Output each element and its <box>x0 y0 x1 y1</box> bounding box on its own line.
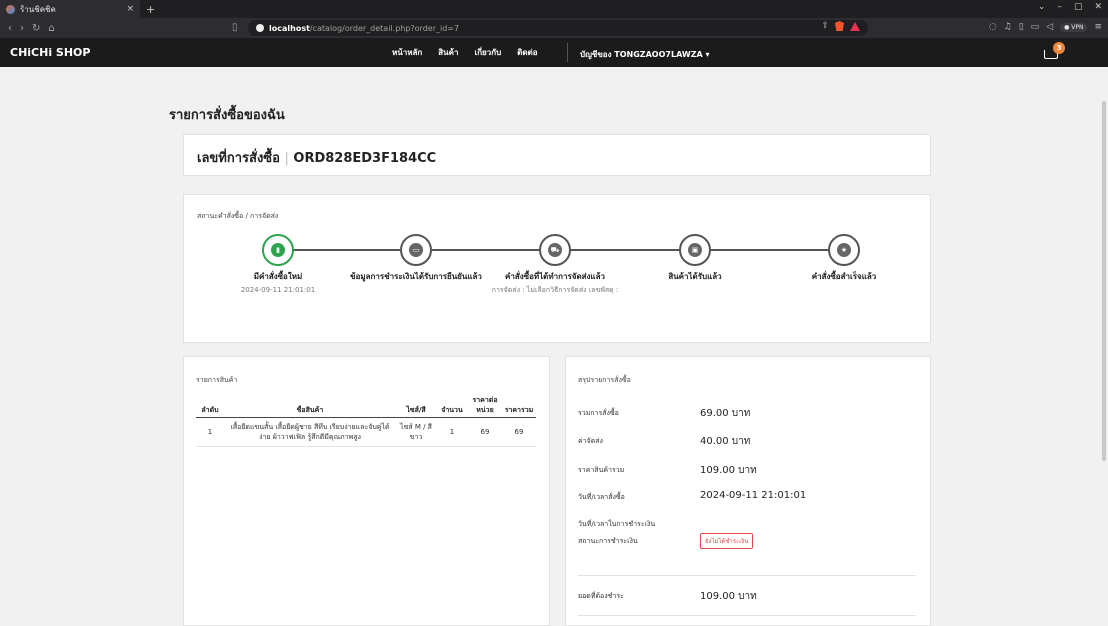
step-icon: ⛟ <box>548 243 562 257</box>
tab-search-icon[interactable]: ⌄ <box>1038 2 1046 12</box>
rewards-icon[interactable] <box>850 21 860 31</box>
step-circle: ▮ <box>262 234 294 266</box>
window-controls: ⌄ – ▢ ✕ <box>1038 2 1102 12</box>
account-dropdown[interactable]: บัญชีของ TONGZAOO7LAWZA ▾ <box>580 48 710 61</box>
menu-divider <box>567 43 568 62</box>
address-bar: ‹ › ↻ ⌂ ▯ localhost/catalog/order_detail… <box>0 18 1108 38</box>
summary-label: ราคาสินค้ารวม <box>578 466 625 474</box>
summary-value: 109.00 บาท <box>700 465 757 476</box>
sidebar-icon[interactable]: ▯ <box>1019 22 1024 32</box>
payment-status-label: สถานะการชำระเงิน <box>578 537 638 545</box>
favicon-icon <box>6 4 15 14</box>
forward-button[interactable]: › <box>20 23 24 34</box>
close-tab-icon[interactable]: × <box>126 4 134 14</box>
total-value: 109.00 บาท <box>700 591 757 602</box>
page-title: รายการสั่งซื้อของฉัน <box>169 108 285 123</box>
page-scrollbar[interactable] <box>1100 91 1108 626</box>
summary-label: รวมการสั่งซื้อ <box>578 409 619 417</box>
summary-section-label: สรุปรายการสั่งซื้อ <box>578 376 631 384</box>
browser-tab-bar: ร้านชิคชิค × + ⌄ – ▢ ✕ <box>0 0 1108 18</box>
menu-icon[interactable]: ≡ <box>1094 22 1102 32</box>
status-step: ★ คำสั่งซื้อสำเร็จแล้ว <box>754 234 934 285</box>
order-number-card: เลขที่การสั่งซื้อ | ORD828ED3F184CC <box>183 134 931 176</box>
step-circle: ▣ <box>679 234 711 266</box>
music-icon[interactable]: ♫ <box>1004 22 1012 32</box>
table-header-cell: ชื่อสินค้า <box>224 393 396 418</box>
step-circle: ★ <box>828 234 860 266</box>
items-section-label: รายการสินค้า <box>196 376 238 384</box>
bookmark-icon[interactable]: ▯ <box>232 22 238 33</box>
step-icon: ★ <box>837 243 851 257</box>
tab-title: ร้านชิคชิค <box>20 4 56 14</box>
menu-link-products[interactable]: สินค้า <box>438 46 458 59</box>
main-menu: หน้าหลัก สินค้า เกี่ยวกับ ติดต่อ <box>392 38 538 67</box>
items-table: ลำดับ ชื่อสินค้า ไซส์/สี จำนวน ราคาต่อหน่วยร… <box>196 393 536 447</box>
url-text: localhost/catalog/order_detail.php?order… <box>269 23 460 33</box>
table-row: 1 เสื้อยืดแขนสั้น เสื้อยืดผู้ชาย สีทึบ เร… <box>196 417 536 447</box>
step-icon: ▮ <box>271 243 285 257</box>
browser-tab[interactable]: ร้านชิคชิค × <box>0 0 140 18</box>
chevron-down-icon: ▾ <box>705 50 710 59</box>
table-cell: ไซส์ M / สีขาว <box>396 417 436 447</box>
order-number: เลขที่การสั่งซื้อ | ORD828ED3F184CC <box>197 151 437 166</box>
vpn-button[interactable]: ● VPN <box>1060 22 1088 32</box>
summary-value: 69.00 บาท <box>700 408 751 419</box>
table-header-cell: จำนวน <box>436 393 468 418</box>
menu-link-home[interactable]: หน้าหลัก <box>392 46 422 59</box>
summary-value: 40.00 บาท <box>700 436 751 447</box>
menu-link-about[interactable]: เกี่ยวกับ <box>474 46 501 59</box>
cart-count-badge: 3 <box>1053 42 1065 54</box>
cart-button[interactable]: 3 <box>1044 42 1065 62</box>
table-header-cell: ราคารวม <box>502 393 536 418</box>
order-summary-card: สรุปรายการสั่งซื้อ รวมการสั่งซื้อ 69.00 บ… <box>565 356 931 626</box>
step-icon: ▣ <box>688 243 702 257</box>
table-header-cell: ไซส์/สี <box>396 393 436 418</box>
summary-label: วันที่/เวลาในการชำระเงิน <box>578 520 656 528</box>
url-input[interactable]: localhost/catalog/order_detail.php?order… <box>248 20 868 36</box>
nav-buttons: ‹ › ↻ ⌂ <box>8 23 55 34</box>
maximize-button[interactable]: ▢ <box>1074 2 1083 12</box>
summary-divider <box>578 575 916 576</box>
step-circle: ⛟ <box>539 234 571 266</box>
summary-divider <box>578 615 916 616</box>
minimize-button[interactable]: – <box>1057 2 1062 12</box>
table-cell: 1 <box>196 417 224 447</box>
share-icon[interactable]: ⇪ <box>821 21 829 31</box>
table-cell: 69 <box>502 417 536 447</box>
close-window-button[interactable]: ✕ <box>1094 2 1102 12</box>
table-header-cell: ลำดับ <box>196 393 224 418</box>
step-circle: ▭ <box>400 234 432 266</box>
step-label: คำสั่งซื้อสำเร็จแล้ว <box>811 272 877 281</box>
scrollbar-thumb[interactable] <box>1102 101 1106 461</box>
step-sub: การจัดส่ง : ไม่เลือกวิธีการจัดส่ง เลขพัส… <box>491 286 619 294</box>
new-tab-button[interactable]: + <box>146 3 155 16</box>
reload-button[interactable]: ↻ <box>32 23 40 34</box>
brave-shield-icon[interactable] <box>835 21 844 31</box>
leo-icon[interactable]: ◁ <box>1046 22 1053 32</box>
status-section-label: สถานะคำสั่งซื้อ / การจัดส่ง <box>197 212 279 220</box>
step-sub: 2024-09-11 21:01:01 <box>240 286 316 294</box>
table-header-cell: ราคาต่อหน่วย <box>468 393 502 418</box>
site-info-icon[interactable] <box>256 24 264 32</box>
total-label: ยอดที่ต้องชำระ <box>578 592 624 600</box>
extension-icons: ◌ ♫ ▯ ▭ ◁ ● VPN ≡ <box>989 22 1102 32</box>
menu-link-contact[interactable]: ติดต่อ <box>517 46 537 59</box>
home-button[interactable]: ⌂ <box>48 23 54 34</box>
order-items-card: รายการสินค้า ลำดับ ชื่อสินค้า ไซส์/สี จำนวน… <box>183 356 550 626</box>
table-cell: 69 <box>468 417 502 447</box>
summary-value: 2024-09-11 21:01:01 <box>700 490 807 501</box>
summary-label: วันที่/เวลาสั่งซื้อ <box>578 493 625 501</box>
payment-status-badge: ยังไม่ได้ชำระเงิน <box>700 533 754 549</box>
extension-icon[interactable]: ◌ <box>989 22 997 32</box>
back-button[interactable]: ‹ <box>8 23 12 34</box>
site-header: CHiCHi SHOP หน้าหลัก สินค้า เกี่ยวกับ ติ… <box>0 38 1108 67</box>
order-status-card: สถานะคำสั่งซื้อ / การจัดส่ง ▮ มีคำสั่งซื้… <box>183 194 931 343</box>
brand-logo[interactable]: CHiCHi SHOP <box>10 46 90 59</box>
step-icon: ▭ <box>409 243 423 257</box>
table-cell: 1 <box>436 417 468 447</box>
summary-label: ค่าจัดส่ง <box>578 437 603 445</box>
url-actions: ⇪ <box>821 21 860 31</box>
table-cell: เสื้อยืดแขนสั้น เสื้อยืดผู้ชาย สีทึบ เรี… <box>224 417 396 447</box>
wallet-icon[interactable]: ▭ <box>1031 22 1040 32</box>
